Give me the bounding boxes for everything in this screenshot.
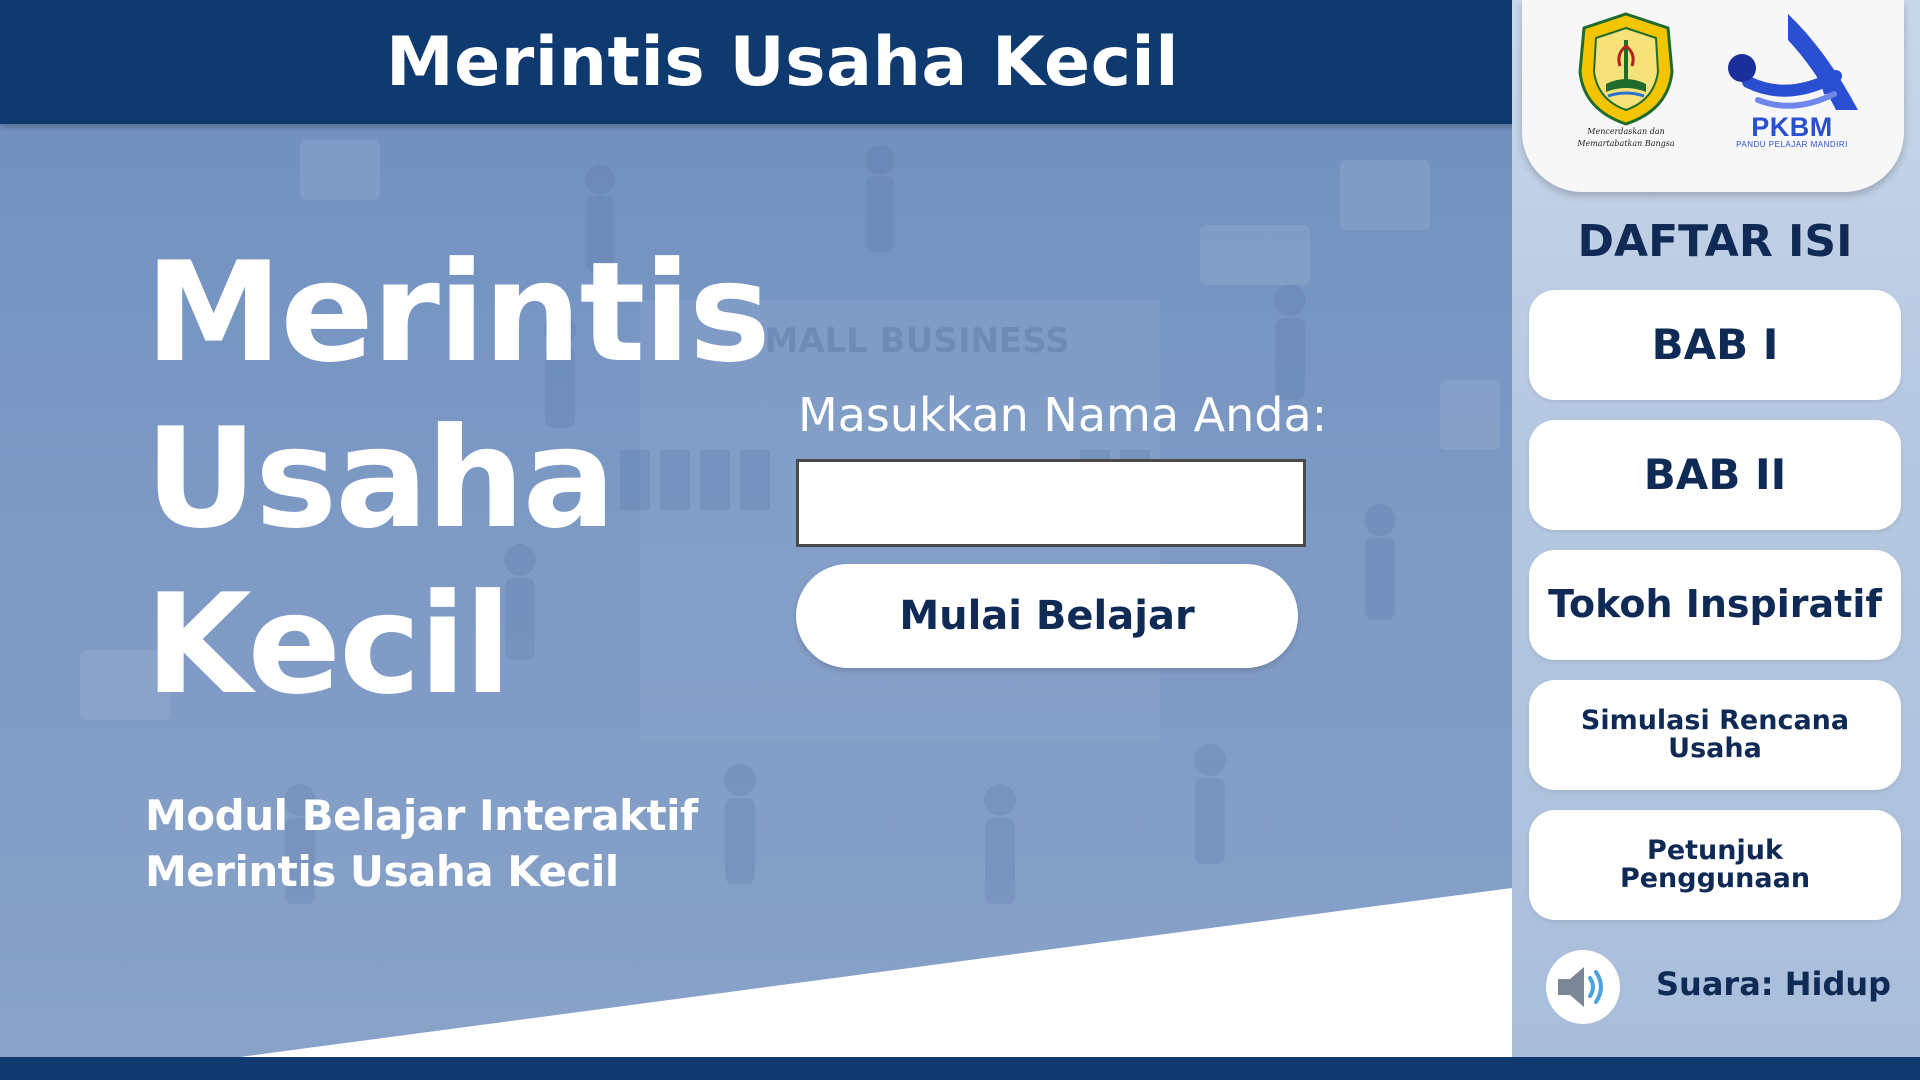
hero-title-line-2: Usaha — [145, 398, 616, 559]
toc-petunjuk-penggunaan-button[interactable]: Petunjuk Penggunaan — [1529, 810, 1901, 920]
speaker-icon — [1558, 967, 1603, 1007]
table-of-contents-heading: DAFTAR ISI — [1577, 216, 1853, 267]
hero-title-line-3: Kecil — [145, 564, 512, 725]
hero-title-line-1: Merintis — [145, 232, 771, 393]
hero-title: Merintis Usaha Kecil — [145, 230, 771, 728]
name-input[interactable] — [796, 459, 1306, 547]
hero-subtitle-line-2: Merintis Usaha Kecil — [145, 847, 619, 896]
pkbm-tagline: PANDU PELAJAR MANDIRI — [1736, 140, 1848, 149]
university-motto: Mencerdaskan dan Memartabatkan Bangsa — [1577, 127, 1675, 148]
toc-tokoh-inspiratif-button[interactable]: Tokoh Inspiratif — [1529, 550, 1901, 660]
university-logo-icon — [1578, 12, 1674, 126]
name-label: Masukkan Nama Anda: — [798, 388, 1328, 442]
hero-section: SMALL BUSINESS Merintis Usaha Kecil Modu… — [0, 0, 1512, 1080]
sound-toggle-button[interactable] — [1546, 950, 1620, 1024]
sound-status-label: Suara: Hidup — [1656, 965, 1892, 1003]
start-learning-button[interactable]: Mulai Belajar — [796, 564, 1298, 668]
toc-bab-2-button[interactable]: BAB II — [1529, 420, 1901, 530]
pkbm-name: PKBM — [1751, 112, 1833, 142]
hero-subtitle-line-1: Modul Belajar Interaktif — [145, 791, 698, 840]
toc-simulasi-rencana-usaha-button[interactable]: Simulasi Rencana Usaha — [1529, 680, 1901, 790]
hero-subtitle: Modul Belajar Interaktif Merintis Usaha … — [145, 788, 765, 900]
header-title: Merintis Usaha Kecil — [385, 22, 1180, 102]
footer-bar — [0, 1057, 1920, 1080]
app-screen: SMALL BUSINESS Merintis Usaha Kecil Modu… — [0, 0, 1920, 1080]
toc-bab-1-button[interactable]: BAB I — [1529, 290, 1901, 400]
